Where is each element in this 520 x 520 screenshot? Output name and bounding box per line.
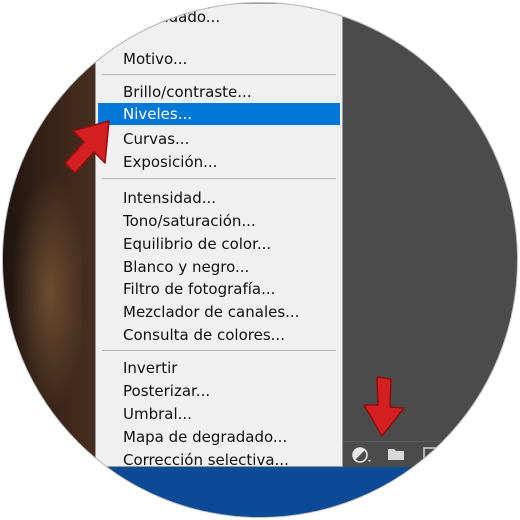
menu-item-invertir[interactable]: Invertir xyxy=(98,357,340,379)
zoom-circle: Degradado... Motivo... Brillo/contraste.… xyxy=(3,3,517,517)
menu-item-tono-saturacion[interactable]: Tono/saturación... xyxy=(98,210,340,232)
canvas-photo xyxy=(3,3,101,517)
menu-item-curvas[interactable]: Curvas... xyxy=(98,128,340,150)
menu-item-brillo-contraste[interactable]: Brillo/contraste... xyxy=(98,81,340,103)
menu-separator xyxy=(102,74,336,75)
new-layer-icon[interactable] xyxy=(423,447,439,461)
layers-panel-toolbar xyxy=(343,441,517,468)
menu-item-consulta-colores[interactable]: Consulta de colores... xyxy=(98,324,340,346)
menu-item-blanco-negro[interactable]: Blanco y negro... xyxy=(98,256,340,278)
menu-item-filtro-fotografia[interactable]: Filtro de fotografía... xyxy=(98,278,340,300)
menu-item-equilibrio-color[interactable]: Equilibrio de color... xyxy=(98,233,340,255)
menu-separator xyxy=(102,350,336,351)
menu-item-niveles[interactable]: Niveles... xyxy=(98,103,340,125)
adjustments-menu: Degradado... Motivo... Brillo/contraste.… xyxy=(95,3,343,469)
folder-icon[interactable] xyxy=(387,447,405,461)
menu-item-posterizar[interactable]: Posterizar... xyxy=(98,380,340,402)
menu-item-degradado[interactable]: Degradado... xyxy=(98,6,340,28)
red-arrow-down-icon xyxy=(363,376,405,437)
red-arrow-pointer-icon xyxy=(64,120,110,174)
menu-item-mapa-degradado[interactable]: Mapa de degradado... xyxy=(98,426,340,448)
menu-item-exposicion[interactable]: Exposición... xyxy=(98,151,340,173)
menu-item-intensidad[interactable]: Intensidad... xyxy=(98,187,340,209)
menu-item-umbral[interactable]: Umbral... xyxy=(98,403,340,425)
adjustment-layer-icon[interactable] xyxy=(351,445,375,465)
taskbar xyxy=(3,467,517,517)
menu-separator xyxy=(102,178,336,179)
menu-item-motivo[interactable]: Motivo... xyxy=(98,48,340,70)
menu-item-mezclador-canales[interactable]: Mezclador de canales... xyxy=(98,301,340,323)
